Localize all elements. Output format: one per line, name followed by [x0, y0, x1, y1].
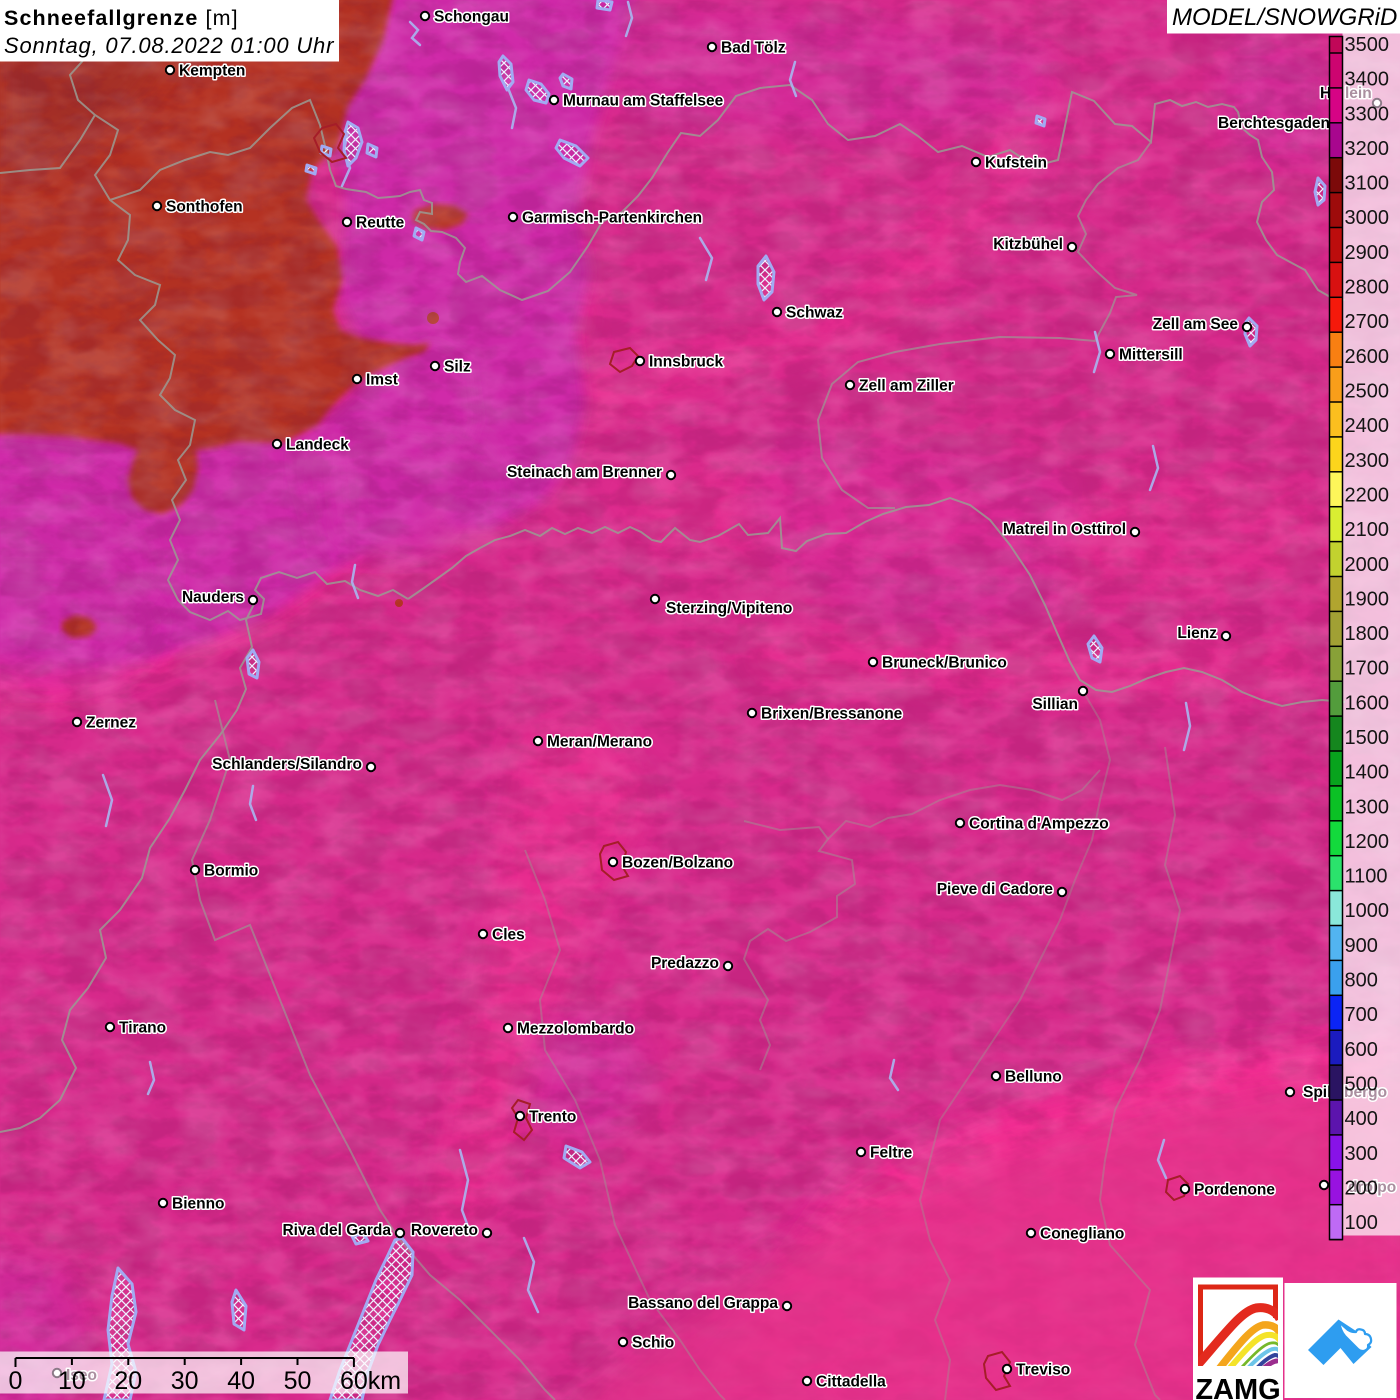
svg-text:Cles: Cles — [492, 927, 525, 944]
svg-text:Feltre: Feltre — [870, 1145, 913, 1162]
svg-text:2900: 2900 — [1345, 242, 1390, 264]
svg-text:Zell am See: Zell am See — [1153, 316, 1239, 333]
svg-text:Steinach am Brenner: Steinach am Brenner — [507, 464, 662, 481]
svg-text:200: 200 — [1345, 1178, 1378, 1200]
svg-text:300: 300 — [1345, 1143, 1378, 1165]
svg-text:2300: 2300 — [1345, 450, 1390, 472]
svg-text:900: 900 — [1345, 935, 1378, 957]
svg-text:Bienno: Bienno — [172, 1196, 225, 1213]
svg-text:40: 40 — [227, 1367, 255, 1395]
svg-text:2400: 2400 — [1345, 415, 1390, 437]
svg-text:Lienz: Lienz — [1177, 625, 1217, 642]
svg-text:Bruneck/Brunico: Bruneck/Brunico — [882, 655, 1007, 672]
svg-text:1600: 1600 — [1345, 692, 1390, 714]
svg-text:Pieve di Cadore: Pieve di Cadore — [937, 881, 1054, 898]
svg-text:Schongau: Schongau — [434, 9, 509, 26]
svg-text:Garmisch-Partenkirchen: Garmisch-Partenkirchen — [522, 210, 702, 227]
svg-text:1000: 1000 — [1345, 900, 1390, 922]
svg-text:Murnau am Staffelsee: Murnau am Staffelsee — [563, 93, 724, 110]
svg-text:30: 30 — [171, 1367, 199, 1395]
svg-text:Reutte: Reutte — [356, 215, 405, 232]
svg-text:Kufstein: Kufstein — [985, 155, 1047, 172]
svg-text:600: 600 — [1345, 1039, 1378, 1061]
svg-text:Kempten: Kempten — [179, 63, 245, 80]
svg-text:1800: 1800 — [1345, 623, 1390, 645]
svg-text:Conegliano: Conegliano — [1040, 1226, 1124, 1243]
svg-text:3200: 3200 — [1345, 138, 1390, 160]
svg-text:Imst: Imst — [366, 372, 398, 389]
svg-text:Sterzing/Vipiteno: Sterzing/Vipiteno — [666, 600, 792, 617]
svg-text:Meran/Merano: Meran/Merano — [547, 734, 652, 751]
svg-text:Bormio: Bormio — [204, 863, 258, 880]
svg-text:Brixen/Bressanone: Brixen/Bressanone — [761, 706, 903, 723]
svg-text:Schneefallgrenze [m]: Schneefallgrenze [m] — [4, 6, 239, 30]
svg-text:1100: 1100 — [1345, 866, 1388, 888]
svg-text:3000: 3000 — [1345, 207, 1390, 229]
svg-text:2000: 2000 — [1345, 554, 1390, 576]
svg-text:Silz: Silz — [444, 359, 471, 376]
svg-text:1700: 1700 — [1345, 658, 1390, 680]
svg-text:Nauders: Nauders — [182, 589, 244, 606]
svg-text:Sonthofen: Sonthofen — [166, 199, 243, 216]
svg-text:2500: 2500 — [1345, 381, 1390, 403]
svg-text:Cittadella: Cittadella — [816, 1374, 886, 1391]
svg-text:2100: 2100 — [1345, 519, 1390, 541]
svg-text:500: 500 — [1345, 1074, 1378, 1096]
svg-text:Landeck: Landeck — [286, 437, 349, 454]
svg-text:Mezzolombardo: Mezzolombardo — [517, 1021, 634, 1038]
svg-text:400: 400 — [1345, 1108, 1378, 1130]
svg-text:10: 10 — [58, 1367, 86, 1395]
svg-text:3400: 3400 — [1345, 69, 1390, 91]
svg-text:Matrei in Osttirol: Matrei in Osttirol — [1003, 521, 1126, 538]
svg-text:Trento: Trento — [529, 1109, 576, 1126]
svg-text:Bassano del Grappa: Bassano del Grappa — [628, 1295, 778, 1312]
svg-text:MODEL/SNOWGRiD: MODEL/SNOWGRiD — [1172, 4, 1397, 31]
svg-text:3300: 3300 — [1345, 103, 1390, 125]
svg-text:Riva del Garda: Riva del Garda — [282, 1222, 391, 1239]
svg-text:Innsbruck: Innsbruck — [649, 354, 723, 371]
svg-text:1900: 1900 — [1345, 588, 1390, 610]
svg-text:1300: 1300 — [1345, 796, 1390, 818]
svg-text:700: 700 — [1345, 1004, 1378, 1026]
svg-text:1400: 1400 — [1345, 762, 1390, 784]
svg-text:Mittersill: Mittersill — [1119, 347, 1183, 364]
svg-text:0: 0 — [9, 1367, 23, 1395]
svg-text:50: 50 — [284, 1367, 312, 1395]
svg-text:3100: 3100 — [1345, 173, 1390, 195]
svg-text:Cortina d'Ampezzo: Cortina d'Ampezzo — [969, 816, 1109, 833]
svg-text:60km: 60km — [340, 1367, 401, 1395]
svg-text:Zernez: Zernez — [86, 715, 136, 732]
svg-text:Schio: Schio — [632, 1335, 674, 1352]
svg-text:Rovereto: Rovereto — [411, 1222, 478, 1239]
svg-text:Bad Tölz: Bad Tölz — [721, 40, 786, 57]
svg-text:Sonntag, 07.08.2022 01:00 Uhr: Sonntag, 07.08.2022 01:00 Uhr — [4, 33, 335, 58]
svg-text:Tirano: Tirano — [119, 1020, 166, 1037]
svg-text:Belluno: Belluno — [1005, 1069, 1062, 1086]
svg-text:2600: 2600 — [1345, 346, 1390, 368]
svg-text:2800: 2800 — [1345, 277, 1390, 299]
svg-text:Predazzo: Predazzo — [651, 955, 719, 972]
svg-text:Kitzbühel: Kitzbühel — [993, 236, 1063, 253]
svg-text:Schlanders/Silandro: Schlanders/Silandro — [212, 756, 362, 773]
svg-text:Treviso: Treviso — [1016, 1362, 1070, 1379]
svg-text:100: 100 — [1345, 1212, 1378, 1234]
svg-text:1500: 1500 — [1345, 727, 1390, 749]
svg-text:Zell am Ziller: Zell am Ziller — [859, 378, 954, 395]
svg-text:Schwaz: Schwaz — [786, 305, 843, 322]
svg-text:2700: 2700 — [1345, 311, 1390, 333]
svg-text:3500: 3500 — [1345, 34, 1390, 56]
svg-text:Berchtesgaden: Berchtesgaden — [1218, 115, 1330, 132]
svg-text:Bozen/Bolzano: Bozen/Bolzano — [622, 855, 733, 872]
svg-text:20: 20 — [114, 1367, 142, 1395]
svg-text:Sillian: Sillian — [1032, 696, 1078, 713]
svg-text:ZAMG: ZAMG — [1195, 1374, 1280, 1400]
svg-text:2200: 2200 — [1345, 484, 1390, 506]
svg-text:1200: 1200 — [1345, 831, 1390, 853]
svg-text:Pordenone: Pordenone — [1194, 1182, 1275, 1199]
svg-text:800: 800 — [1345, 970, 1378, 992]
